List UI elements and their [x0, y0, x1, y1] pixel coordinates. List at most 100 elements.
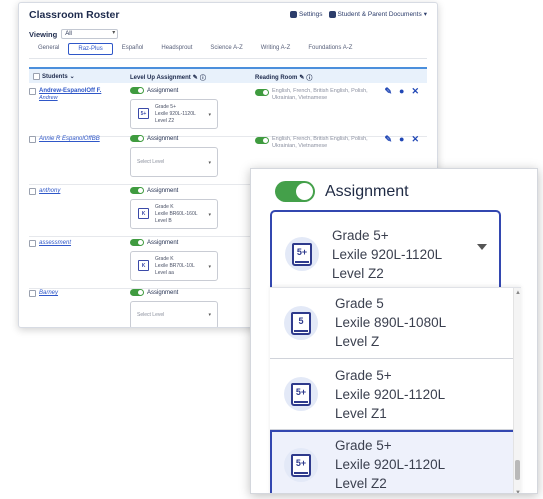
row-checkbox[interactable] [29, 88, 36, 95]
row-checkbox[interactable] [29, 240, 36, 247]
scrollbar-thumb[interactable] [515, 460, 520, 480]
toggle-switch[interactable] [130, 187, 144, 194]
row-checkbox[interactable] [29, 188, 36, 195]
assignment-label: Assignment [147, 187, 179, 194]
student-name-link[interactable]: Barney [39, 290, 58, 297]
level-select[interactable]: Select Level ▾ [130, 147, 218, 177]
viewing-filter: Viewing All [29, 29, 119, 39]
toggle-switch[interactable] [130, 289, 144, 296]
level-option[interactable]: 5 Grade 5 Lexile 890L-1080L Level Z [270, 288, 516, 359]
lexile-text: Lexile 920L-1120L [155, 111, 196, 117]
level-select[interactable]: 5+ Grade 5+ Lexile 920L-1120L Level Z2 ▾ [130, 99, 218, 129]
table-row: Andrew-EspanolOff F. Andrew Assignment 5… [29, 83, 427, 137]
assignment-toggle[interactable]: Assignment [130, 239, 178, 246]
assignment-toggle[interactable]: Assignment [130, 289, 178, 296]
reading-room-toggle[interactable] [255, 89, 269, 96]
tab-science-az[interactable]: Science A-Z [201, 43, 251, 55]
toggle-switch[interactable] [275, 181, 315, 202]
reading-room-languages: English, French, British English, Polish… [272, 136, 368, 149]
grade-text: Grade K [155, 204, 174, 210]
book-icon: 5+ [291, 454, 311, 477]
toggle-switch[interactable] [130, 87, 144, 94]
roster-header: Classroom Roster Settings Student & Pare… [29, 9, 427, 25]
info-icon[interactable]: ⓘ [306, 73, 312, 82]
select-level-placeholder: Select Level [137, 159, 165, 165]
level-up-column-header[interactable]: Level Up Assignment ✎ ⓘ [130, 73, 206, 83]
info-icon[interactable]: ⓘ [200, 73, 206, 82]
tab-headsprout[interactable]: Headsprout [152, 43, 201, 55]
chevron-down-icon: ▾ [208, 312, 211, 318]
level-badge: 5+ [285, 237, 319, 271]
pencil-icon[interactable]: ✎ [299, 74, 304, 81]
option-text: Grade 5+ Lexile 920L-1120L Level Z2 [335, 436, 445, 493]
dropdown-scrollbar[interactable]: ▲ ▼ [513, 288, 521, 493]
level-text: Level B [155, 218, 172, 224]
row-actions: ✎ ● ✕ [384, 86, 419, 97]
student-name-link[interactable]: Andrew-EspanolOff F. [39, 88, 101, 94]
level-select-dropdown[interactable]: 5+ Grade 5+ Lexile 920L-1120L Level Z2 [270, 210, 501, 296]
speech-bubble-icon[interactable]: ● [399, 86, 404, 97]
book-icon: K [138, 260, 149, 271]
level-badge: 5+ [284, 448, 318, 482]
reading-room-column-header[interactable]: Reading Room ✎ ⓘ [255, 73, 312, 83]
book-icon: 5+ [292, 243, 312, 266]
student-name-link[interactable]: Annie R EspanolOffBB [39, 136, 100, 143]
student-username[interactable]: Andrew [39, 95, 101, 101]
level-badge: 5+ [284, 377, 318, 411]
book-icon: 5 [291, 312, 311, 335]
lexile-text: Lexile 890L-1080L [335, 315, 447, 330]
roster-links: Settings Student & Parent Documents ▾ [290, 10, 427, 18]
student-name-link[interactable]: anthony [39, 188, 60, 195]
level-badge: 5 [284, 306, 318, 340]
tab-raz-plus[interactable]: Raz-Plus [68, 43, 113, 55]
row-checkbox[interactable] [29, 290, 36, 297]
row-checkbox[interactable] [29, 136, 36, 143]
viewing-select[interactable]: All [61, 29, 119, 39]
tab-writing-az[interactable]: Writing A-Z [252, 43, 300, 55]
reading-room-toggle[interactable] [255, 137, 269, 144]
students-column-header[interactable]: Students ⌄ [33, 73, 75, 80]
document-icon [328, 10, 336, 18]
reading-room-languages: English, French, British English, Polish… [272, 88, 368, 101]
scroll-up-arrow-icon[interactable]: ▲ [515, 290, 521, 296]
book-icon: K [138, 208, 149, 219]
tab-general[interactable]: General [29, 43, 68, 55]
settings-link[interactable]: Settings [290, 10, 323, 18]
student-name-link[interactable]: assessment [39, 240, 71, 247]
pencil-icon[interactable]: ✎ [384, 86, 392, 97]
assignment-toggle[interactable]: Assignment [130, 87, 178, 94]
documents-label: Student & Parent Documents [337, 10, 422, 18]
pencil-icon[interactable]: ✎ [384, 134, 392, 145]
assignment-label: Assignment [147, 289, 179, 296]
option-text: Grade 5 Lexile 890L-1080L Level Z [335, 294, 446, 351]
toggle-switch[interactable] [130, 239, 144, 246]
chevron-down-icon [477, 244, 487, 250]
settings-label: Settings [299, 10, 323, 18]
assignment-toggle[interactable]: Assignment [275, 181, 409, 202]
pencil-icon[interactable]: ✎ [193, 74, 198, 81]
lexile-text: Lexile 920L-1120L [332, 247, 443, 262]
select-all-checkbox[interactable] [33, 73, 40, 80]
toggle-switch[interactable] [130, 135, 144, 142]
documents-link[interactable]: Student & Parent Documents ▾ [328, 10, 427, 18]
level-option[interactable]: 5+ Grade 5+ Lexile 920L-1120L Level Z1 [270, 359, 516, 430]
selected-level-text: Grade 5+ Lexile 920L-1120L Level Z2 [332, 226, 442, 283]
level-select[interactable]: Select Level ▾ [130, 301, 218, 327]
close-icon[interactable]: ✕ [411, 134, 419, 145]
level-select[interactable]: K Grade K Lexile BR60L-160L Level B ▾ [130, 199, 218, 229]
speech-bubble-icon[interactable]: ● [399, 134, 404, 145]
program-tabs: General Raz-Plus Español Headsprout Scie… [29, 43, 361, 55]
assignment-toggle[interactable]: Assignment [130, 135, 178, 142]
level-select[interactable]: K Grade K Lexile BR70L-10L Level aa ▾ [130, 251, 218, 281]
table-header: Students ⌄ Level Up Assignment ✎ ⓘ Readi… [29, 67, 427, 83]
tab-foundations-az[interactable]: Foundations A-Z [299, 43, 361, 55]
tab-espanol[interactable]: Español [113, 43, 153, 55]
close-icon[interactable]: ✕ [411, 86, 419, 97]
scroll-down-arrow-icon[interactable]: ▼ [515, 490, 521, 493]
book-icon: 5+ [138, 108, 149, 119]
assignment-toggle[interactable]: Assignment [130, 187, 178, 194]
viewing-label: Viewing [29, 29, 58, 39]
row-actions: ✎ ● ✕ [384, 134, 419, 145]
level-option-selected[interactable]: 5+ Grade 5+ Lexile 920L-1120L Level Z2 [270, 430, 516, 493]
level-text: Grade K Lexile BR60L-160L Level B [155, 204, 198, 225]
